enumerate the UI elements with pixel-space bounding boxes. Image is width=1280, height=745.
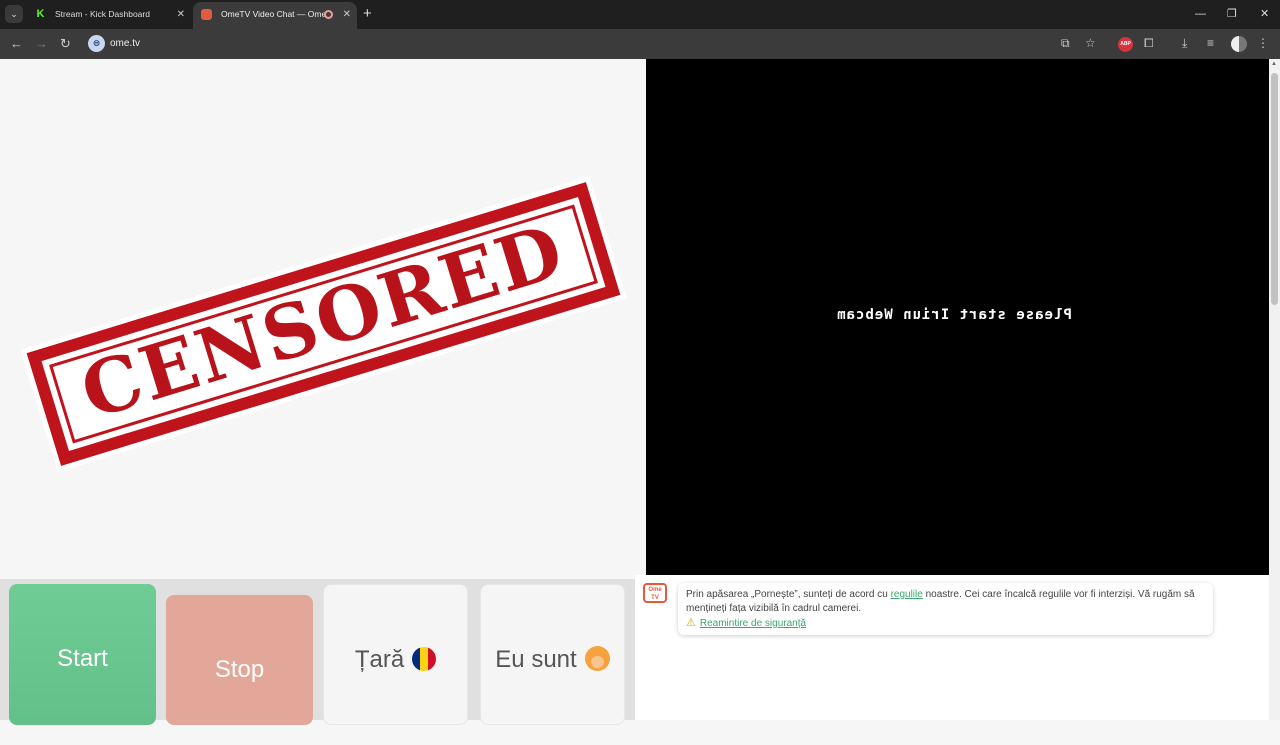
browser-toolbar: ← → ↻ ⊜ ome.tv ⧉ ☆ ⧠ ⤓ ≡ ⋮ (0, 29, 1280, 59)
cast-icon[interactable]: ⧉ (1061, 35, 1070, 52)
local-webcam-pane: Please start Iriun Webcam (646, 59, 1269, 575)
browser-titlebar: ⌄ K Stream - Kick Dashboard ✕ OmeTV Vide… (0, 0, 1280, 29)
close-tab-icon[interactable]: ✕ (343, 2, 351, 27)
restore-icon[interactable]: ❐ (1227, 4, 1237, 24)
back-icon[interactable]: ← (10, 35, 23, 53)
close-tab-icon[interactable]: ✕ (177, 2, 185, 27)
scrollbar-thumb[interactable] (1271, 73, 1278, 305)
romania-flag-icon (412, 647, 437, 671)
menu-kebab-icon[interactable]: ⋮ (1257, 35, 1269, 52)
boy-avatar-icon (584, 646, 610, 671)
start-button[interactable]: Start (9, 584, 156, 725)
scroll-up-icon[interactable]: ▲ (1271, 61, 1277, 67)
page-content: CENSORED Please start Iriun Webcam ▲ Sta… (0, 59, 1280, 725)
tab-search-chevron-icon[interactable]: ⌄ (5, 5, 23, 23)
reload-icon[interactable]: ↻ (60, 35, 71, 53)
site-info-icon[interactable]: ⊜ (88, 35, 105, 52)
new-tab-button[interactable]: + (363, 5, 372, 23)
gender-selector-button[interactable]: Eu sunt (480, 584, 625, 725)
download-icon[interactable]: ⤓ (1182, 35, 1187, 52)
webcam-message: Please start Iriun Webcam (836, 307, 1072, 323)
ometv-favicon-icon (201, 9, 212, 20)
notice-text-start: Prin apăsarea „Pornește”, sunteți de aco… (686, 589, 891, 600)
warning-icon: ⚠ (686, 617, 696, 629)
bookmark-star-icon[interactable]: ☆ (1085, 35, 1096, 52)
close-window-icon[interactable]: ✕ (1260, 4, 1269, 24)
safety-reminder-link[interactable]: Reamintire de siguranță (700, 618, 806, 629)
remote-video-pane: CENSORED (0, 59, 646, 579)
extensions-icon[interactable]: ⧠ (1144, 35, 1154, 52)
ometv-logo-icon: Ome TV (643, 583, 667, 603)
recording-indicator-icon (324, 10, 333, 19)
tab-ometv[interactable]: OmeTV Video Chat — Ome ✕ (193, 2, 357, 29)
stop-button[interactable]: Stop (166, 595, 313, 725)
tab-title: OmeTV Video Chat — Ome (221, 9, 327, 19)
reading-list-icon[interactable]: ≡ (1207, 35, 1214, 52)
page-scrollbar[interactable]: ▲ (1269, 59, 1280, 720)
chat-controls: Start Stop Țară Eu sunt (0, 579, 635, 725)
adblock-extension-icon[interactable]: ABP (1118, 37, 1133, 52)
stamp-text: CENSORED (71, 208, 575, 437)
profile-avatar[interactable] (1231, 36, 1247, 52)
tab-title: Stream - Kick Dashboard (55, 9, 150, 19)
kick-favicon-icon: K (36, 8, 45, 20)
tab-kick-dashboard[interactable]: K Stream - Kick Dashboard ✕ (27, 2, 191, 29)
forward-icon[interactable]: → (35, 35, 48, 53)
country-selector-button[interactable]: Țară (323, 584, 468, 725)
minimize-icon[interactable]: — (1195, 4, 1206, 24)
rules-link[interactable]: regulile (891, 589, 923, 600)
system-notice-message: Prin apăsarea „Pornește”, sunteți de aco… (678, 583, 1213, 635)
country-label: Țară (354, 646, 405, 673)
censored-stamp-image: CENSORED (23, 174, 624, 474)
address-bar[interactable]: ome.tv (110, 36, 140, 51)
gender-label: Eu sunt (495, 646, 577, 673)
chat-panel: Ome TV Prin apăsarea „Pornește”, sunteți… (635, 575, 1269, 720)
